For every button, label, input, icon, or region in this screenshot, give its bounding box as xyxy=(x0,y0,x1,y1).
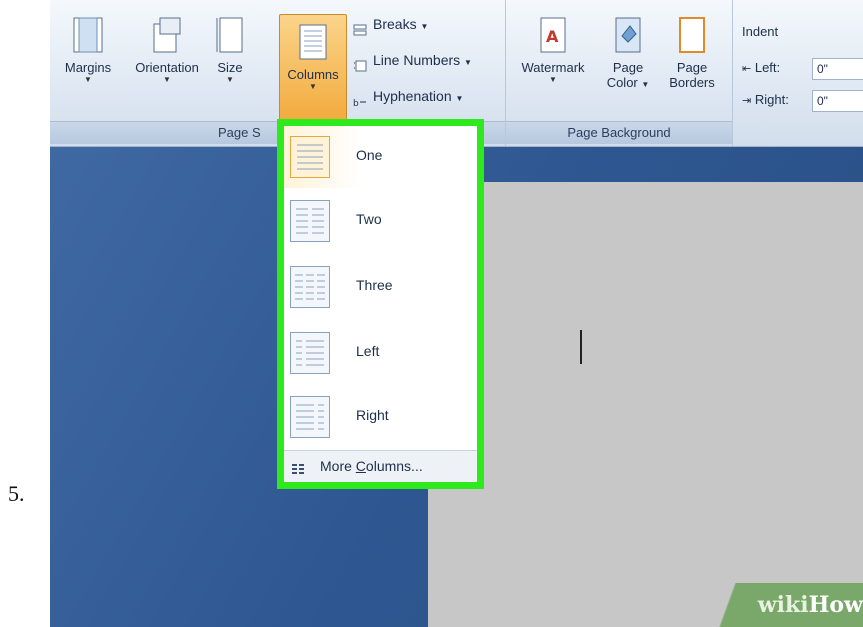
margins-icon xyxy=(72,16,104,54)
page-borders-button[interactable]: Page Borders xyxy=(662,8,722,113)
more-columns-button[interactable]: More Columns... xyxy=(284,451,477,482)
indent-left-input[interactable]: 0" xyxy=(812,58,863,80)
step-number: 5. xyxy=(8,481,25,506)
one-column-icon xyxy=(290,136,330,178)
svg-text:A: A xyxy=(546,27,559,46)
indent-right-icon: ⇥ xyxy=(742,95,752,107)
left-column-icon xyxy=(290,332,330,374)
columns-option-three[interactable]: Three xyxy=(284,256,477,318)
columns-button[interactable]: Columns ▼ xyxy=(279,14,347,126)
columns-icon xyxy=(297,23,329,61)
dropdown-arrow-icon: ▼ xyxy=(420,22,429,31)
dropdown-arrow-icon: ▼ xyxy=(163,75,171,84)
dropdown-arrow-icon: ▼ xyxy=(464,58,472,67)
margins-button[interactable]: Margins ▼ xyxy=(60,8,116,113)
line-numbers-button[interactable]: Line Numbers ▼ xyxy=(353,48,472,72)
size-button[interactable]: Size ▼ xyxy=(210,8,250,113)
breaks-icon xyxy=(353,19,367,36)
columns-option-two[interactable]: Two xyxy=(284,190,477,252)
size-icon xyxy=(214,16,246,54)
dropdown-arrow-icon: ▼ xyxy=(309,82,317,91)
dropdown-arrow-icon: ▼ xyxy=(549,75,557,84)
more-columns-label: More Columns... xyxy=(320,458,423,474)
dropdown-arrow-icon: ▼ xyxy=(84,75,92,84)
page-background-group: A Watermark ▼ Page Color ▼ Page Borders … xyxy=(506,0,733,146)
orientation-button[interactable]: Orientation ▼ xyxy=(130,8,204,113)
svg-text:b: b xyxy=(353,99,359,108)
more-columns-icon xyxy=(292,461,304,474)
dropdown-arrow-icon: ▼ xyxy=(641,80,650,89)
page-background-group-label: Page Background xyxy=(506,121,732,144)
hyphenation-icon: b xyxy=(353,91,367,109)
indent-left-row: ⇤ Left: 0" xyxy=(742,58,863,80)
watermark-icon: A xyxy=(537,16,569,54)
two-columns-icon xyxy=(290,200,330,242)
document-page[interactable] xyxy=(428,182,863,627)
word-screenshot: Margins ▼ Orientation ▼ Size ▼ Columns ▼… xyxy=(50,0,863,627)
indent-right-input[interactable]: 0" xyxy=(812,90,863,112)
watermark-button[interactable]: A Watermark ▼ xyxy=(514,8,592,113)
page-color-button[interactable]: Page Color ▼ xyxy=(600,8,656,113)
dropdown-arrow-icon: ▼ xyxy=(226,75,234,84)
columns-option-left[interactable]: Left xyxy=(284,322,477,384)
indent-left-icon: ⇤ xyxy=(742,63,752,75)
line-numbers-icon xyxy=(353,55,367,72)
page-borders-icon xyxy=(676,16,708,54)
columns-dropdown: One Two Three Left Right More Columns... xyxy=(277,119,484,489)
columns-option-right[interactable]: Right xyxy=(284,386,477,448)
indent-title: Indent xyxy=(742,24,779,39)
page-color-icon xyxy=(612,16,644,54)
wikihow-watermark: wikiHow xyxy=(703,583,863,627)
hyphenation-button[interactable]: b Hyphenation ▼ xyxy=(353,84,464,109)
orientation-icon xyxy=(151,16,183,54)
columns-option-one[interactable]: One xyxy=(284,126,477,188)
three-columns-icon xyxy=(290,266,330,308)
right-column-icon xyxy=(290,396,330,438)
text-cursor xyxy=(580,330,582,364)
dropdown-arrow-icon: ▼ xyxy=(455,94,464,103)
breaks-button[interactable]: Breaks ▼ xyxy=(353,12,428,36)
indent-right-row: ⇥ Right: 0" xyxy=(742,90,863,112)
